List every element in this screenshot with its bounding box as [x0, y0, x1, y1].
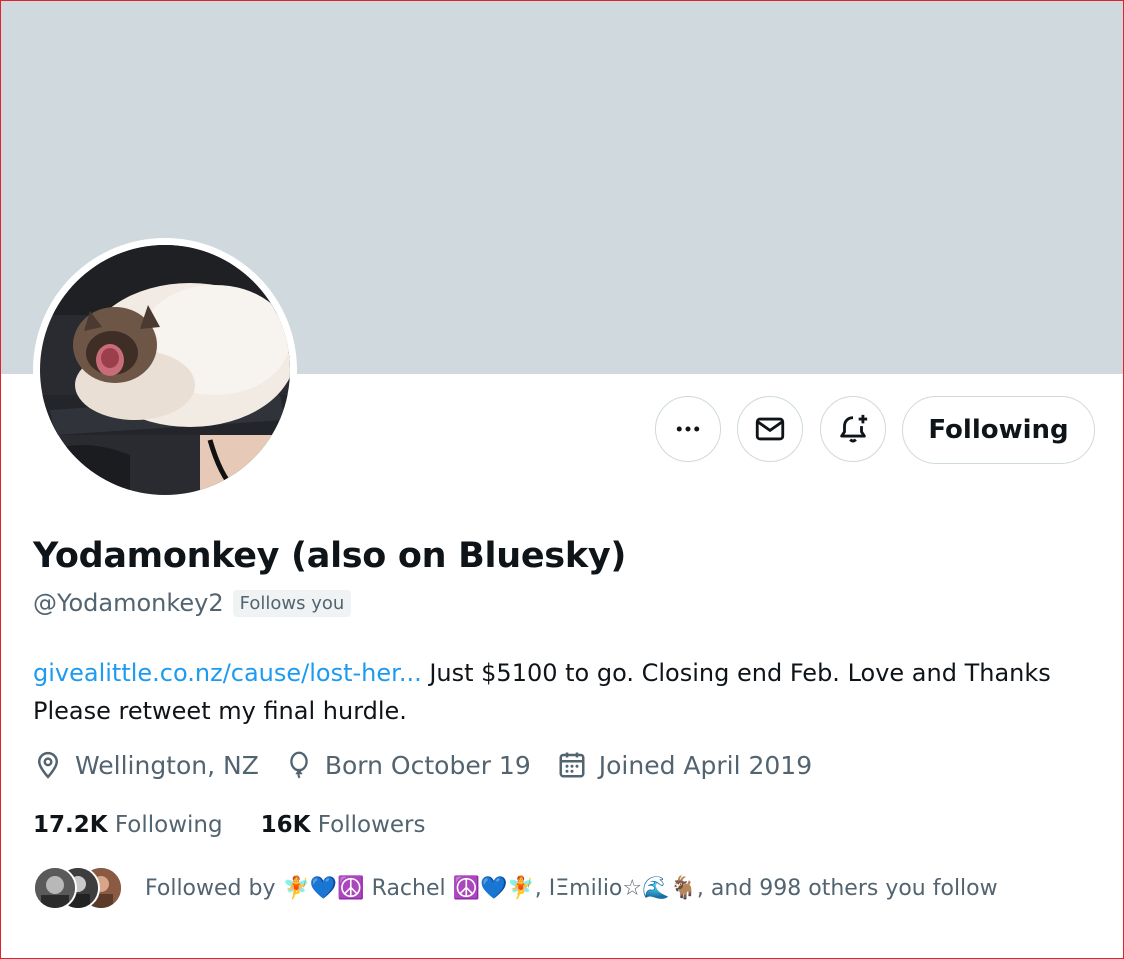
following-button[interactable]: Following	[902, 396, 1095, 464]
followers-label: Followers	[317, 812, 426, 838]
followed-by-text: Followed by 🧚💙☮️ Rachel ☮️💙🧚, IΞmilio☆🌊🐐…	[145, 875, 998, 901]
birthday-text: Born October 19	[324, 750, 531, 780]
location-text: Wellington, NZ	[75, 750, 259, 780]
bio: givealittle.co.nz/cause/lost-her... Just…	[33, 654, 1093, 730]
handle-row: @Yodamonkey2 Follows you	[33, 589, 352, 617]
bio-link[interactable]: givealittle.co.nz/cause/lost-her...	[33, 659, 422, 687]
follower-avatars	[33, 866, 125, 910]
birthday-item: Born October 19	[285, 750, 531, 780]
avatar[interactable]	[40, 245, 290, 495]
message-button[interactable]	[737, 396, 803, 462]
location-pin-icon	[37, 751, 59, 779]
more-dots-icon	[676, 426, 700, 432]
handle: @Yodamonkey2	[33, 589, 224, 617]
display-name: Yodamonkey (also on Bluesky)	[33, 536, 627, 576]
following-count: 17.2K	[33, 812, 108, 838]
followers-stat[interactable]: 16K Followers	[261, 812, 426, 838]
joined-text: Joined April 2019	[598, 750, 813, 780]
following-label: Following	[114, 812, 223, 838]
follows-you-badge: Follows you	[232, 589, 352, 617]
follower-avatar	[33, 866, 77, 910]
calendar-icon	[559, 752, 585, 778]
joined-item: Joined April 2019	[557, 750, 812, 780]
profile-meta: Wellington, NZ Born October 19 Joined Ap…	[33, 750, 838, 780]
location-item: Wellington, NZ	[33, 750, 259, 780]
bell-plus-icon	[840, 414, 868, 443]
envelope-icon	[755, 417, 785, 441]
balloon-icon	[290, 751, 308, 779]
avatar-cat-photo	[40, 245, 290, 495]
notify-button[interactable]	[820, 396, 886, 462]
following-stat[interactable]: 17.2K Following	[33, 812, 223, 838]
followers-count: 16K	[260, 812, 311, 838]
followed-by[interactable]: Followed by 🧚💙☮️ Rachel ☮️💙🧚, IΞmilio☆🌊🐐…	[33, 866, 998, 910]
profile-stats: 17.2K Following 16K Followers	[33, 812, 464, 838]
more-button[interactable]	[655, 396, 721, 462]
